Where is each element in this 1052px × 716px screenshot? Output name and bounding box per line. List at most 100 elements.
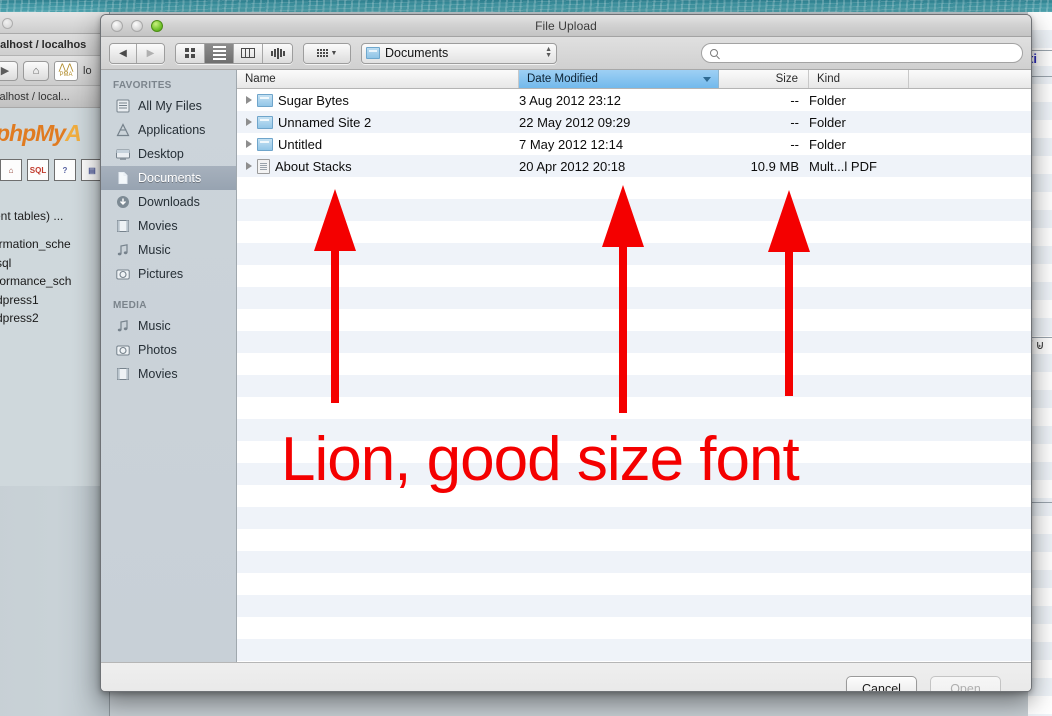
- disclosure-triangle-icon[interactable]: [246, 96, 252, 104]
- pictures-icon: [115, 267, 131, 281]
- list-view-icon[interactable]: [205, 43, 234, 63]
- column-header-kind[interactable]: Kind: [809, 70, 909, 88]
- table-row[interactable]: Sugar Bytes 3 Aug 2012 23:12 -- Folder: [237, 89, 1031, 111]
- column-header-name[interactable]: Name: [237, 70, 519, 88]
- file-date-cell: 22 May 2012 09:29: [519, 114, 631, 130]
- sidebar-section-media: MEDIA: [113, 300, 147, 311]
- sidebar-item-media-music[interactable]: Music: [101, 314, 236, 338]
- back-arrow-icon[interactable]: ◀: [110, 43, 137, 63]
- file-name-cell[interactable]: Unnamed Site 2: [237, 115, 519, 130]
- list-item[interactable]: rdpress1: [0, 291, 109, 310]
- cancel-button[interactable]: Cancel: [846, 676, 917, 691]
- column-header-row[interactable]: Name Date Modified Size Kind: [237, 70, 1031, 89]
- action-menu-inner[interactable]: ▼: [304, 43, 350, 63]
- folder-icon: [257, 115, 273, 129]
- logo-part-2: A: [65, 120, 82, 146]
- empty-row: [237, 265, 1031, 287]
- close-button[interactable]: [111, 20, 123, 32]
- dialog-toolbar: ◀ ▶ ▼ Documents ▲ ▼: [101, 37, 1031, 70]
- folder-icon: [366, 47, 380, 59]
- file-list-pane[interactable]: Name Date Modified Size Kind Sugar Bytes…: [237, 70, 1031, 662]
- home-icon[interactable]: ⌂: [23, 60, 49, 81]
- list-item[interactable]: rformance_sch: [0, 272, 109, 291]
- file-name-cell[interactable]: Sugar Bytes: [237, 93, 519, 108]
- sidebar-item-music[interactable]: Music: [101, 238, 236, 262]
- help-icon[interactable]: ?: [54, 159, 76, 181]
- list-item[interactable]: ormation_sche: [0, 235, 109, 254]
- sidebar-item-media-photos[interactable]: Photos: [101, 338, 236, 362]
- column-header-size[interactable]: Size: [719, 70, 809, 88]
- dialog-titlebar: File Upload: [101, 15, 1031, 37]
- sidebar-item-pictures[interactable]: Pictures: [101, 262, 236, 286]
- empty-row: [237, 463, 1031, 485]
- empty-row: [237, 309, 1031, 331]
- phpmyadmin-tables-text: ent tables) ...: [0, 209, 64, 223]
- sidebar-item-documents[interactable]: Documents: [101, 166, 236, 190]
- file-size-cell: --: [790, 114, 799, 130]
- disclosure-triangle-icon[interactable]: [246, 118, 252, 126]
- music-icon: [115, 319, 131, 333]
- background-browser-window[interactable]: calhost / localhos ▶ ⌂ ⋀⋀ PMA lo calhost…: [0, 12, 110, 716]
- search-field[interactable]: [701, 43, 1023, 63]
- list-item[interactable]: rdpress2: [0, 309, 109, 328]
- sidebar-item-downloads[interactable]: Downloads: [101, 190, 236, 214]
- path-popup-button[interactable]: Documents ▲ ▼: [361, 42, 557, 64]
- phpmyadmin-database-list[interactable]: ormation_sche rsql rformance_sch rdpress…: [0, 223, 109, 328]
- action-gear-icon: [316, 49, 328, 57]
- disclosure-triangle-icon[interactable]: [246, 140, 252, 148]
- background-forward-icon[interactable]: ▶: [0, 60, 18, 81]
- sidebar-item-label: Downloads: [138, 195, 200, 209]
- file-name-cell[interactable]: About Stacks: [237, 158, 519, 174]
- action-menu-button[interactable]: ▼: [303, 42, 351, 64]
- forward-arrow-icon[interactable]: ▶: [137, 43, 164, 63]
- zoom-button[interactable]: [151, 20, 163, 32]
- stepper-icon[interactable]: ▲ ▼: [545, 46, 552, 59]
- pma-favicon-icon: ⋀⋀ PMA: [54, 60, 78, 81]
- file-upload-dialog[interactable]: File Upload ◀ ▶ ▼ Documents ▲ ▼ FAVORITE…: [100, 14, 1032, 692]
- sidebar-item-label: Music: [138, 319, 171, 333]
- logo-part-1: phpMy: [0, 120, 66, 146]
- sidebar-item-all-my-files[interactable]: All My Files: [101, 94, 236, 118]
- background-browser-tab[interactable]: calhost / local...: [0, 86, 109, 108]
- coverflow-view-icon[interactable]: [263, 43, 292, 63]
- desktop-icon: [115, 147, 131, 161]
- sidebar-item-desktop[interactable]: Desktop: [101, 142, 236, 166]
- sidebar-item-media-movies[interactable]: Movies: [101, 362, 236, 386]
- background-browser-titlebar: [0, 12, 109, 34]
- file-size-cell: --: [790, 136, 799, 152]
- minimize-button[interactable]: [131, 20, 143, 32]
- file-rows[interactable]: Sugar Bytes 3 Aug 2012 23:12 -- Folder U…: [237, 89, 1031, 662]
- empty-row: [237, 177, 1031, 199]
- file-name-cell[interactable]: Untitled: [237, 137, 519, 152]
- table-row[interactable]: Unnamed Site 2 22 May 2012 09:29 -- Fold…: [237, 111, 1031, 133]
- table-row[interactable]: About Stacks 20 Apr 2012 20:18 10.9 MB M…: [237, 155, 1031, 177]
- disclosure-triangle-icon[interactable]: [246, 162, 252, 170]
- file-date-cell: 20 Apr 2012 20:18: [519, 158, 626, 174]
- file-name-label: About Stacks: [275, 158, 352, 174]
- sidebar-section-favorites: FAVORITES: [113, 80, 172, 91]
- search-icon: [710, 49, 718, 57]
- empty-row: [237, 243, 1031, 265]
- file-name-label: Sugar Bytes: [278, 92, 349, 108]
- column-view-icon[interactable]: [234, 43, 263, 63]
- sql-icon[interactable]: SQL: [27, 159, 49, 181]
- column-header-date-modified[interactable]: Date Modified: [519, 70, 719, 88]
- table-row[interactable]: Untitled 7 May 2012 12:14 -- Folder: [237, 133, 1031, 155]
- list-item[interactable]: rsql: [0, 254, 109, 273]
- icon-view-icon[interactable]: [176, 43, 205, 63]
- sidebar[interactable]: FAVORITES All My Files Applications Desk…: [101, 70, 237, 662]
- applications-icon: [115, 123, 131, 137]
- home-icon[interactable]: ⌂: [0, 159, 22, 181]
- search-input[interactable]: [723, 47, 1014, 59]
- view-mode-segmented-control[interactable]: [175, 42, 293, 64]
- background-close-button[interactable]: [2, 18, 13, 29]
- music-icon: [115, 243, 131, 257]
- navigation-segmented-control[interactable]: ◀ ▶: [109, 42, 165, 64]
- sidebar-item-movies[interactable]: Movies: [101, 214, 236, 238]
- empty-row: [237, 485, 1031, 507]
- sidebar-item-label: Music: [138, 243, 171, 257]
- sidebar-item-label: Movies: [138, 367, 178, 381]
- empty-row: [237, 639, 1031, 661]
- dialog-body: FAVORITES All My Files Applications Desk…: [101, 70, 1031, 662]
- sidebar-item-applications[interactable]: Applications: [101, 118, 236, 142]
